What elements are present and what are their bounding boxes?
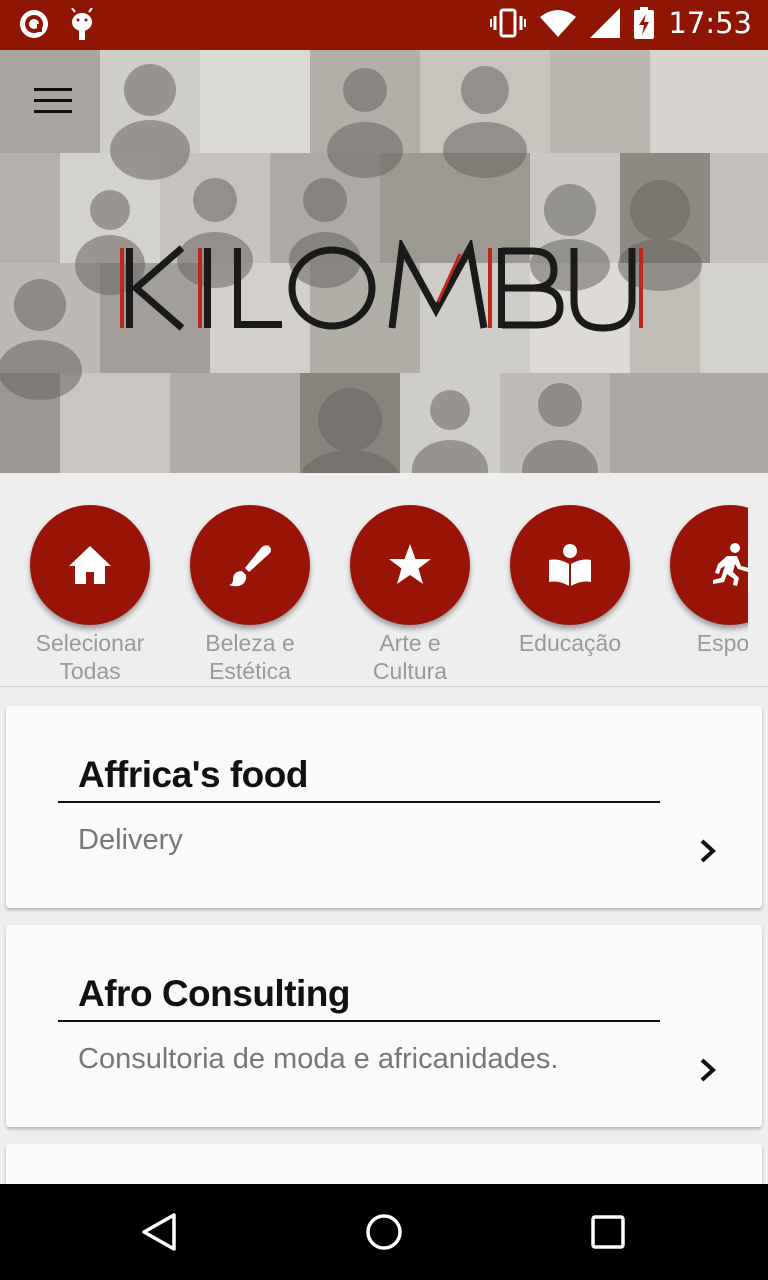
listing-title: Afro Consulting bbox=[78, 973, 351, 1014]
hamburger-icon bbox=[34, 88, 72, 91]
listing-title: Affrica's food bbox=[78, 754, 308, 795]
category-label: Beleza e Estética bbox=[205, 630, 295, 684]
listing-card[interactable]: Afro Consulting Consultoria de moda e af… bbox=[6, 925, 762, 1127]
hero-banner bbox=[0, 50, 768, 473]
listing-card[interactable]: Affrica's food Delivery bbox=[6, 706, 762, 908]
recents-icon[interactable] bbox=[590, 1212, 626, 1252]
category-button[interactable] bbox=[510, 505, 630, 625]
book-reader-icon bbox=[549, 544, 591, 586]
listing-subtitle: Delivery bbox=[78, 824, 183, 856]
home-circle-icon[interactable] bbox=[364, 1212, 404, 1252]
notification-icon bbox=[20, 10, 48, 38]
category-label: Arte e Cultura bbox=[372, 630, 448, 684]
kilombu-logo bbox=[120, 240, 643, 332]
star-icon bbox=[389, 544, 431, 584]
home-icon bbox=[69, 546, 111, 584]
back-icon[interactable] bbox=[140, 1212, 180, 1252]
running-icon bbox=[713, 543, 749, 586]
menu-button[interactable] bbox=[34, 88, 74, 120]
category-beleza-estetica[interactable]: Beleza e Estética bbox=[170, 505, 330, 685]
android-debug-icon bbox=[71, 8, 93, 40]
battery-charging-icon bbox=[634, 7, 655, 39]
status-bar: 17:53 bbox=[0, 0, 768, 50]
category-selecionar-todas[interactable]: Selecionar Todas bbox=[10, 505, 170, 685]
chevron-right-icon[interactable] bbox=[698, 1057, 718, 1083]
brush-icon bbox=[229, 545, 271, 587]
category-scroller[interactable]: Selecionar Todas Beleza e Estética Arte … bbox=[0, 473, 768, 687]
signal-icon bbox=[590, 8, 621, 38]
listing-subtitle: Consultoria de moda e africanidades. bbox=[78, 1043, 559, 1075]
category-label: Educação bbox=[518, 630, 622, 656]
category-button[interactable] bbox=[190, 505, 310, 625]
system-navigation-bar bbox=[0, 1184, 768, 1280]
title-divider bbox=[58, 1020, 660, 1022]
title-divider bbox=[58, 801, 660, 803]
chevron-right-icon[interactable] bbox=[698, 838, 718, 864]
category-button[interactable] bbox=[350, 505, 470, 625]
category-arte-cultura[interactable]: Arte e Cultura bbox=[330, 505, 490, 685]
vibrate-icon bbox=[490, 8, 527, 38]
category-educacao[interactable]: Educação bbox=[490, 505, 650, 657]
wifi-icon bbox=[540, 10, 577, 37]
category-button[interactable] bbox=[30, 505, 150, 625]
status-time: 17:53 bbox=[668, 6, 752, 40]
category-label: Selecionar Todas bbox=[35, 630, 145, 684]
